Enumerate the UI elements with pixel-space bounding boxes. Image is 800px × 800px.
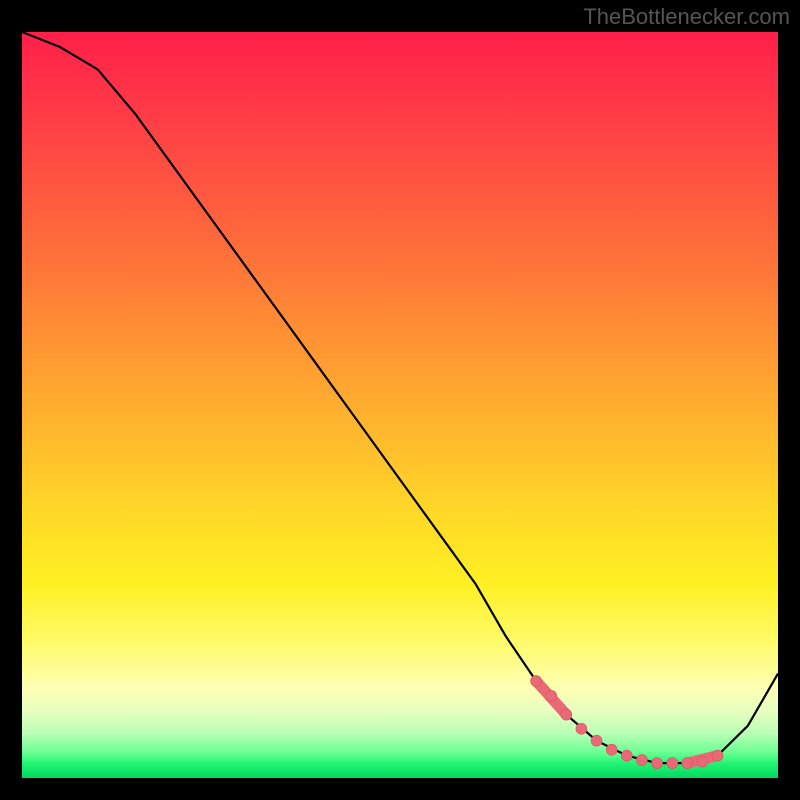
marker-dot: [561, 709, 572, 720]
marker-dot: [531, 676, 542, 687]
attribution-text: TheBottlenecker.com: [583, 4, 790, 30]
chart-plot-area: [22, 32, 778, 778]
bottleneck-curve: [22, 32, 778, 763]
marker-dot: [546, 690, 557, 701]
marker-dot: [712, 750, 723, 761]
marker-dot: [591, 735, 602, 746]
marker-dot: [621, 750, 632, 761]
bottleneck-curve-svg: [22, 32, 778, 778]
marker-dot: [652, 758, 663, 769]
marker-cluster: [531, 676, 723, 769]
marker-dot: [636, 755, 647, 766]
marker-dot: [606, 744, 617, 755]
marker-dot: [576, 723, 587, 734]
marker-dot: [682, 758, 693, 769]
marker-dot: [667, 758, 678, 769]
marker-dot: [697, 756, 708, 767]
